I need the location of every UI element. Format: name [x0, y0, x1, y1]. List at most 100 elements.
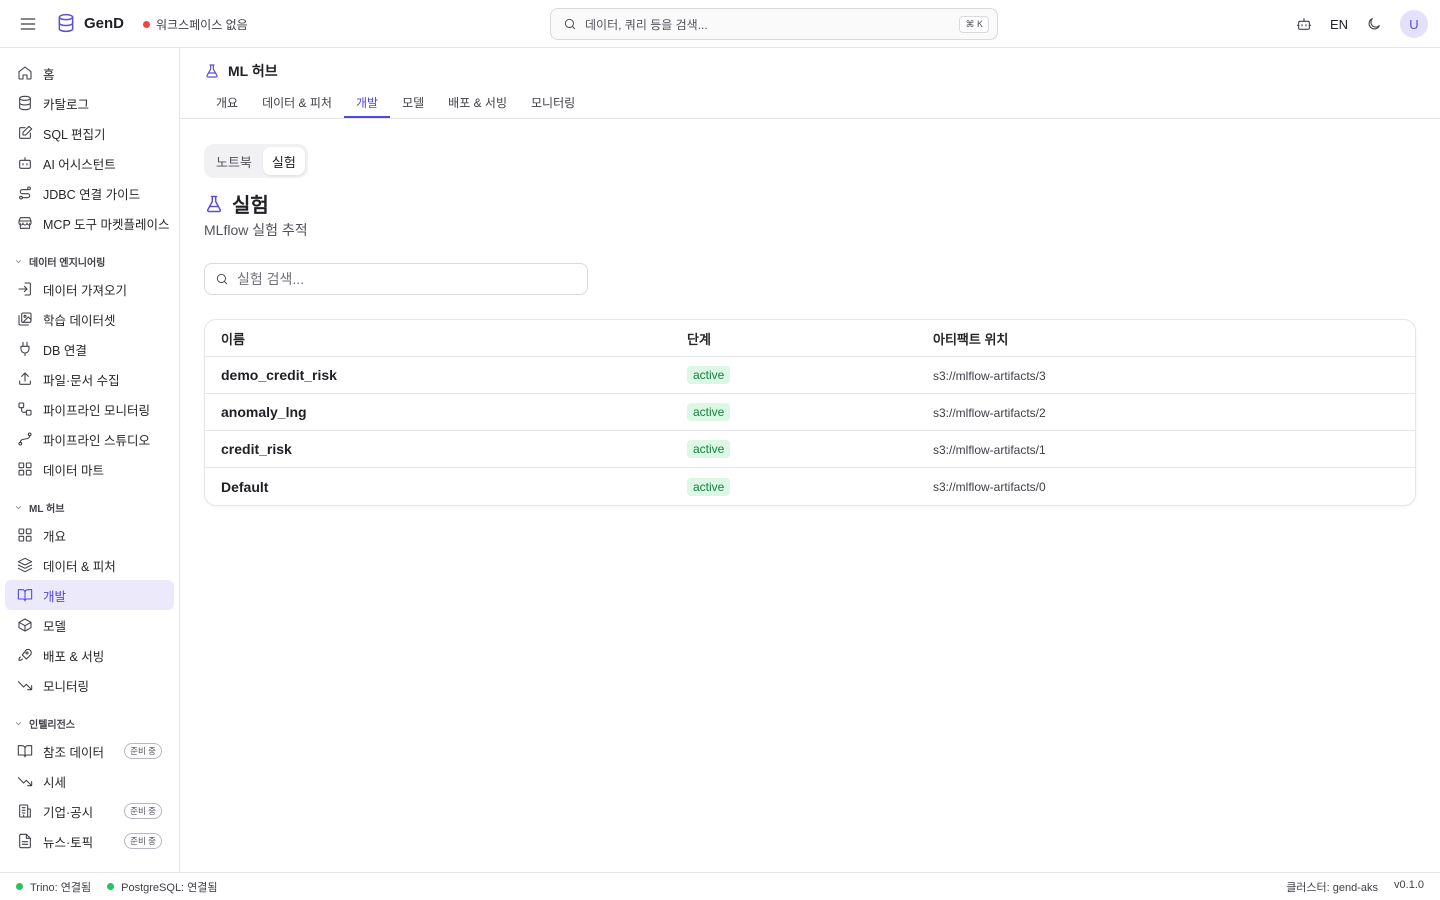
sidebar-item-top-0[interactable]: 홈 [5, 58, 174, 88]
experiment-name[interactable]: demo_credit_risk [221, 367, 337, 383]
subtab-switcher: 노트북 실험 [204, 144, 308, 178]
sidebar-section-title: 인텔리전스 [29, 719, 75, 731]
sidebar-item-label: 데이터 마트 [43, 463, 104, 478]
sidebar-section-header[interactable]: ML 허브 [0, 496, 179, 518]
stage-badge: active [687, 440, 731, 458]
sidebar-item-label: 개발 [43, 589, 67, 604]
artifact-location: s3://mlflow-artifacts/0 [933, 480, 1046, 494]
file-text-icon [17, 833, 33, 849]
sidebar-item-label: AI 어시스턴트 [43, 157, 116, 172]
sidebar-item-0-2[interactable]: DB 연결 [5, 334, 174, 364]
images-icon [17, 311, 33, 327]
stage-badge: active [687, 477, 731, 496]
sidebar-item-top-4[interactable]: JDBC 연결 가이드 [5, 178, 174, 208]
sidebar-item-label: JDBC 연결 가이드 [43, 187, 141, 202]
sidebar-item-label: 참조 데이터 [43, 745, 104, 760]
status-bar: Trino: 연결됨 PostgreSQL: 연결됨 클러스터: gend-ak… [0, 872, 1440, 900]
home-icon [17, 65, 33, 81]
layers-icon [17, 557, 33, 573]
workspace-selector[interactable]: 워크스페이스 없음 [143, 16, 248, 33]
avatar[interactable]: U [1400, 10, 1428, 38]
experiment-name[interactable]: anomaly_lng [221, 404, 307, 420]
sidebar-item-label: 기업·공시 [43, 805, 94, 820]
experiments-table: 이름 단계 아티팩트 위치 demo_credit_risk active s3:/… [204, 319, 1416, 506]
sidebar-item-top-2[interactable]: SQL 편집기 [5, 118, 174, 148]
top-bar: GenD 워크스페이스 없음 데이터, 쿼리 등을 검색... ⌘ K EN U [0, 0, 1440, 48]
sidebar-item-1-0[interactable]: 개요 [5, 520, 174, 550]
moon-icon[interactable] [1366, 16, 1382, 32]
sidebar-item-0-5[interactable]: 파이프라인 스튜디오 [5, 424, 174, 454]
sidebar-item-label: 데이터 가져오기 [43, 283, 127, 298]
tab-1[interactable]: 데이터 & 피처 [250, 90, 344, 118]
column-header-stage[interactable]: 단계 [687, 329, 933, 348]
trending-down-icon [17, 773, 33, 789]
search-icon [215, 272, 229, 286]
subtab-0[interactable]: 노트북 [207, 147, 261, 175]
sidebar-item-0-3[interactable]: 파일·문서 수집 [5, 364, 174, 394]
tab-4[interactable]: 배포 & 서빙 [436, 90, 519, 118]
experiment-name[interactable]: Default [221, 479, 268, 495]
workspace-label: 워크스페이스 없음 [156, 18, 248, 32]
sidebar-item-0-0[interactable]: 데이터 가져오기 [5, 274, 174, 304]
sidebar-item-label: 모델 [43, 619, 67, 634]
app-logo[interactable]: GenD [56, 13, 124, 33]
bot-icon[interactable] [1296, 16, 1312, 32]
sidebar-item-top-1[interactable]: 카탈로그 [5, 88, 174, 118]
experiment-name[interactable]: credit_risk [221, 441, 292, 457]
rocket-icon [17, 647, 33, 663]
flask-icon [204, 63, 220, 79]
coming-soon-badge: 준비 중 [124, 803, 162, 819]
book-open-icon [17, 587, 33, 603]
sidebar-item-2-0[interactable]: 참조 데이터 준비 중 [5, 736, 174, 766]
tab-0[interactable]: 개요 [204, 90, 250, 118]
trino-status: Trino: 연결됨 [30, 881, 92, 894]
table-row[interactable]: anomaly_lng active s3://mlflow-artifacts/2 [205, 394, 1415, 431]
sidebar-item-2-1[interactable]: 시세 [5, 766, 174, 796]
tab-2[interactable]: 개발 [343, 90, 391, 118]
chevron-down-icon [14, 257, 23, 266]
column-header-artifact-location[interactable]: 아티팩트 위치 [933, 329, 1415, 348]
sidebar-section-header[interactable]: 인텔리전스 [0, 712, 179, 734]
table-row[interactable]: demo_credit_risk active s3://mlflow-artifa… [205, 357, 1415, 394]
sidebar-item-label: 뉴스·토픽 [43, 835, 94, 850]
sidebar-item-top-3[interactable]: AI 어시스턴트 [5, 148, 174, 178]
edit-icon [17, 125, 33, 141]
column-header-name[interactable]: 이름 [205, 329, 687, 348]
stage-badge: active [687, 403, 731, 421]
upload-icon [17, 371, 33, 387]
experiment-search-input[interactable]: 실험 검색... [204, 263, 588, 295]
language-toggle[interactable]: EN [1330, 17, 1348, 32]
sidebar-item-label: 데이터 & 피처 [43, 559, 116, 574]
sidebar-item-1-4[interactable]: 배포 & 서빙 [5, 640, 174, 670]
page-subtitle: MLflow 실험 추적 [204, 222, 308, 238]
table-row[interactable]: credit_risk active s3://mlflow-artifacts/1 [205, 431, 1415, 468]
sidebar-item-label: 시세 [43, 775, 67, 790]
database-icon [17, 95, 33, 111]
version-label: v0.1.0 [1394, 878, 1424, 891]
workflow-icon [17, 401, 33, 417]
sidebar-item-2-3[interactable]: 뉴스·토픽 준비 중 [5, 826, 174, 856]
sidebar-item-1-5[interactable]: 모니터링 [5, 670, 174, 700]
sidebar-item-1-2[interactable]: 개발 [5, 580, 174, 610]
sidebar-item-2-2[interactable]: 기업·공시 준비 중 [5, 796, 174, 826]
sidebar-item-0-4[interactable]: 파이프라인 모니터링 [5, 394, 174, 424]
search-shortcut: ⌘ K [959, 15, 989, 33]
hub-header: ML 허브 개요 데이터 & 피처 개발 모델 배포 & 서빙 모니터링 [180, 48, 1440, 119]
table-row[interactable]: Default active s3://mlflow-artifacts/0 [205, 468, 1415, 505]
plug-icon [17, 341, 33, 357]
flask-icon [204, 194, 224, 214]
tab-5[interactable]: 모니터링 [519, 90, 587, 118]
sidebar-item-top-5[interactable]: MCP 도구 마켓플레이스 [5, 208, 174, 238]
sidebar-item-1-3[interactable]: 모델 [5, 610, 174, 640]
sidebar-item-0-1[interactable]: 학습 데이터셋 [5, 304, 174, 334]
global-search[interactable]: 데이터, 쿼리 등을 검색... ⌘ K [550, 8, 998, 40]
subtab-1[interactable]: 실험 [262, 147, 305, 175]
tab-3[interactable]: 모델 [390, 90, 436, 118]
menu-icon[interactable] [18, 14, 38, 34]
sidebar-item-0-6[interactable]: 데이터 마트 [5, 454, 174, 484]
sidebar-item-1-1[interactable]: 데이터 & 피처 [5, 550, 174, 580]
spline-icon [17, 431, 33, 447]
route-icon [17, 185, 33, 201]
sidebar-item-label: 파이프라인 모니터링 [43, 403, 150, 418]
sidebar-section-header[interactable]: 데이터 엔지니어링 [0, 250, 179, 272]
